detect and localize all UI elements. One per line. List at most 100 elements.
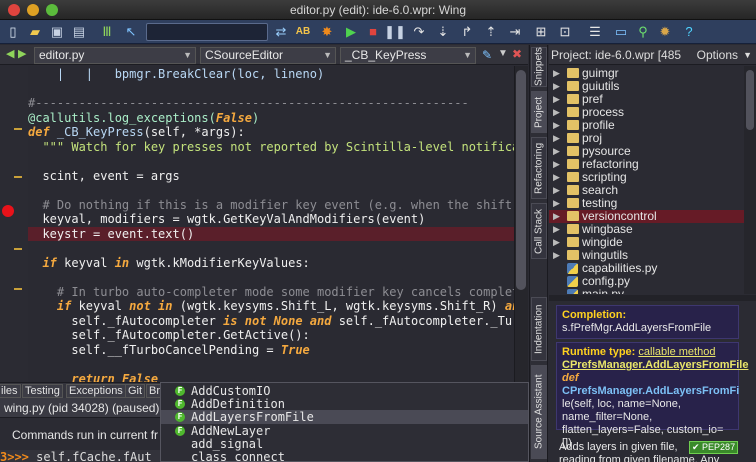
expand-arrow-icon[interactable]: ▶ bbox=[553, 249, 560, 262]
step-over-icon[interactable]: ↷ bbox=[410, 23, 428, 41]
code-line[interactable] bbox=[28, 82, 514, 96]
tree-item[interactable]: ▶ proj bbox=[549, 132, 756, 145]
replace-icon[interactable]: ⇄ bbox=[272, 23, 290, 41]
tree-item[interactable]: ▶ wingbase bbox=[549, 223, 756, 236]
code-line[interactable] bbox=[28, 241, 514, 255]
code-line[interactable]: if keyval in wgtk.kModifierKeyValues: bbox=[28, 256, 514, 270]
code-line[interactable]: # In turbo auto-completer mode some modi… bbox=[28, 285, 514, 299]
step-return-icon[interactable]: ⇡ bbox=[482, 23, 500, 41]
expand-arrow-icon[interactable]: ▶ bbox=[553, 197, 560, 210]
expand-arrow-icon[interactable]: ▶ bbox=[553, 93, 560, 106]
autocomplete-item[interactable]: add_signal bbox=[161, 437, 528, 451]
autocomplete-item[interactable]: class_connect bbox=[161, 450, 528, 461]
tab-source-assistant[interactable]: Source Assistant bbox=[531, 365, 547, 459]
tab-files[interactable]: iles bbox=[0, 384, 21, 398]
tab-refactoring[interactable]: Refactoring bbox=[531, 137, 547, 199]
editor-gutter[interactable] bbox=[0, 66, 28, 382]
code-line[interactable] bbox=[28, 183, 514, 197]
tab-testing[interactable]: Testing bbox=[22, 384, 63, 398]
monitor-icon[interactable]: ▭ bbox=[612, 23, 630, 41]
console-input-line[interactable]: 3>>> self.fCache.fAut bbox=[0, 450, 160, 462]
toolbar-search-input[interactable] bbox=[146, 23, 268, 41]
tab-exceptions[interactable]: Exceptions bbox=[66, 384, 126, 398]
code-line[interactable]: #---------------------------------------… bbox=[28, 96, 514, 110]
tree-item[interactable]: ▶ wingide bbox=[549, 236, 756, 249]
project-options-button[interactable]: Options bbox=[697, 45, 738, 65]
bug-inspect-icon[interactable]: ✹ bbox=[656, 23, 674, 41]
list-icon[interactable]: ☰ bbox=[586, 23, 604, 41]
code-line[interactable] bbox=[28, 270, 514, 284]
code-line[interactable]: self.__fTurboCancelPending = True bbox=[28, 343, 514, 357]
tree-item[interactable]: ▶ scripting bbox=[549, 171, 756, 184]
expand-arrow-icon[interactable]: ▶ bbox=[553, 171, 560, 184]
code-line[interactable]: if keyval not in (wgtk.keysyms.Shift_L, … bbox=[28, 299, 514, 313]
code-line[interactable]: return False bbox=[28, 372, 514, 383]
autocomplete-item[interactable]: F AddNewLayer bbox=[161, 424, 528, 438]
fold-marker-icon[interactable] bbox=[14, 128, 22, 130]
code-line[interactable]: scint, event = args bbox=[28, 169, 514, 183]
expand-arrow-icon[interactable]: ▶ bbox=[553, 210, 560, 223]
code-editor[interactable]: | | bpmgr.BreakClear(loc, lineno) #------… bbox=[28, 66, 514, 382]
tree-item[interactable]: ▶ refactoring bbox=[549, 158, 756, 171]
code-line[interactable]: @callutils.log_exceptions(False) bbox=[28, 111, 514, 125]
autocomplete-item[interactable]: F AddLayersFromFile bbox=[161, 410, 528, 425]
run-icon[interactable]: ▶ bbox=[342, 23, 360, 41]
expand-arrow-icon[interactable]: ▶ bbox=[553, 158, 560, 171]
tab-project[interactable]: Project bbox=[531, 91, 547, 133]
config-icon[interactable]: ⊞ bbox=[532, 23, 550, 41]
tab-indentation[interactable]: Indentation bbox=[531, 297, 547, 361]
tree-item[interactable]: ▶ search bbox=[549, 184, 756, 197]
code-line[interactable] bbox=[28, 357, 514, 371]
chevron-down-icon[interactable]: ▼ bbox=[743, 45, 752, 65]
breakpoint-code-line[interactable]: keystr = event.text() bbox=[28, 226, 514, 241]
save-all-icon[interactable]: ▤ bbox=[70, 23, 88, 41]
indent-icon[interactable]: ⇥ bbox=[506, 23, 524, 41]
expand-arrow-icon[interactable]: ▶ bbox=[553, 106, 560, 119]
pause-icon[interactable]: ❚❚ bbox=[384, 23, 406, 41]
breakpoint-icon[interactable] bbox=[2, 205, 14, 217]
tree-item[interactable]: main.py bbox=[549, 288, 756, 294]
save-icon[interactable]: ▣ bbox=[48, 23, 66, 41]
options-chevron-icon[interactable]: ▼ bbox=[498, 48, 508, 59]
expand-arrow-icon[interactable]: ▶ bbox=[553, 80, 560, 93]
fold-marker-icon[interactable] bbox=[14, 288, 22, 290]
code-line[interactable]: def _CB_KeyPress(self, *args): bbox=[28, 125, 514, 139]
tree-item[interactable]: ▶ versioncontrol bbox=[549, 210, 756, 223]
stop-icon[interactable]: ■ bbox=[364, 23, 382, 41]
autocomplete-item[interactable]: F AddCustomIO bbox=[161, 384, 528, 398]
method-selector[interactable]: _CB_KeyPress ▼ bbox=[340, 47, 476, 64]
runtime-type-link[interactable]: callable method bbox=[638, 346, 715, 358]
expand-arrow-icon[interactable]: ▶ bbox=[553, 236, 560, 249]
step-into-icon[interactable]: ⇣ bbox=[434, 23, 452, 41]
code-line[interactable]: keyval, modifiers = wgtk.GetKeyValAndMod… bbox=[28, 212, 514, 226]
minimize-window-button[interactable] bbox=[27, 4, 39, 16]
code-line[interactable]: | | bpmgr.BreakClear(loc, lineno) bbox=[28, 67, 514, 81]
expand-arrow-icon[interactable]: ▶ bbox=[553, 119, 560, 132]
pin-icon[interactable]: ✎ bbox=[482, 48, 492, 62]
step-out-icon[interactable]: ↱ bbox=[458, 23, 476, 41]
expand-arrow-icon[interactable]: ▶ bbox=[553, 132, 560, 145]
tree-item[interactable]: ▶ pref bbox=[549, 93, 756, 106]
code-line[interactable]: """ Watch for key presses not reported b… bbox=[28, 140, 514, 154]
close-window-button[interactable] bbox=[8, 4, 20, 16]
pointer-icon[interactable]: ↖ bbox=[122, 23, 140, 41]
editor-scrollbar-thumb[interactable] bbox=[516, 70, 526, 290]
tree-item[interactable]: ▶ process bbox=[549, 106, 756, 119]
zoom-window-button[interactable] bbox=[46, 4, 58, 16]
back-arrow-icon[interactable]: ◀ bbox=[6, 47, 14, 60]
tree-item[interactable]: ▶ guimgr bbox=[549, 67, 756, 80]
tab-git[interactable]: Git bbox=[125, 384, 146, 398]
ab-diff-icon[interactable]: AB bbox=[294, 23, 312, 41]
tab-snippets[interactable]: Snippets bbox=[531, 47, 547, 87]
expand-arrow-icon[interactable]: ▶ bbox=[553, 145, 560, 158]
open-folder-icon[interactable]: ▰ bbox=[26, 23, 44, 41]
tree-item[interactable]: ▶ profile bbox=[549, 119, 756, 132]
code-line[interactable]: # Do nothing if this is a modifier key e… bbox=[28, 198, 514, 212]
runtime-class-link[interactable]: CPrefsManager.AddLayersFromFile bbox=[562, 359, 748, 372]
expand-arrow-icon[interactable]: ▶ bbox=[553, 67, 560, 80]
tree-item[interactable]: config.py bbox=[549, 275, 756, 288]
layout-icon[interactable]: ⊡ bbox=[556, 23, 574, 41]
autocomplete-popup[interactable]: F AddCustomIO F AddDefinition F AddLayersFrom… bbox=[160, 382, 529, 462]
close-editor-icon[interactable]: ✖ bbox=[512, 47, 522, 61]
new-file-icon[interactable]: ▯ bbox=[4, 23, 22, 41]
